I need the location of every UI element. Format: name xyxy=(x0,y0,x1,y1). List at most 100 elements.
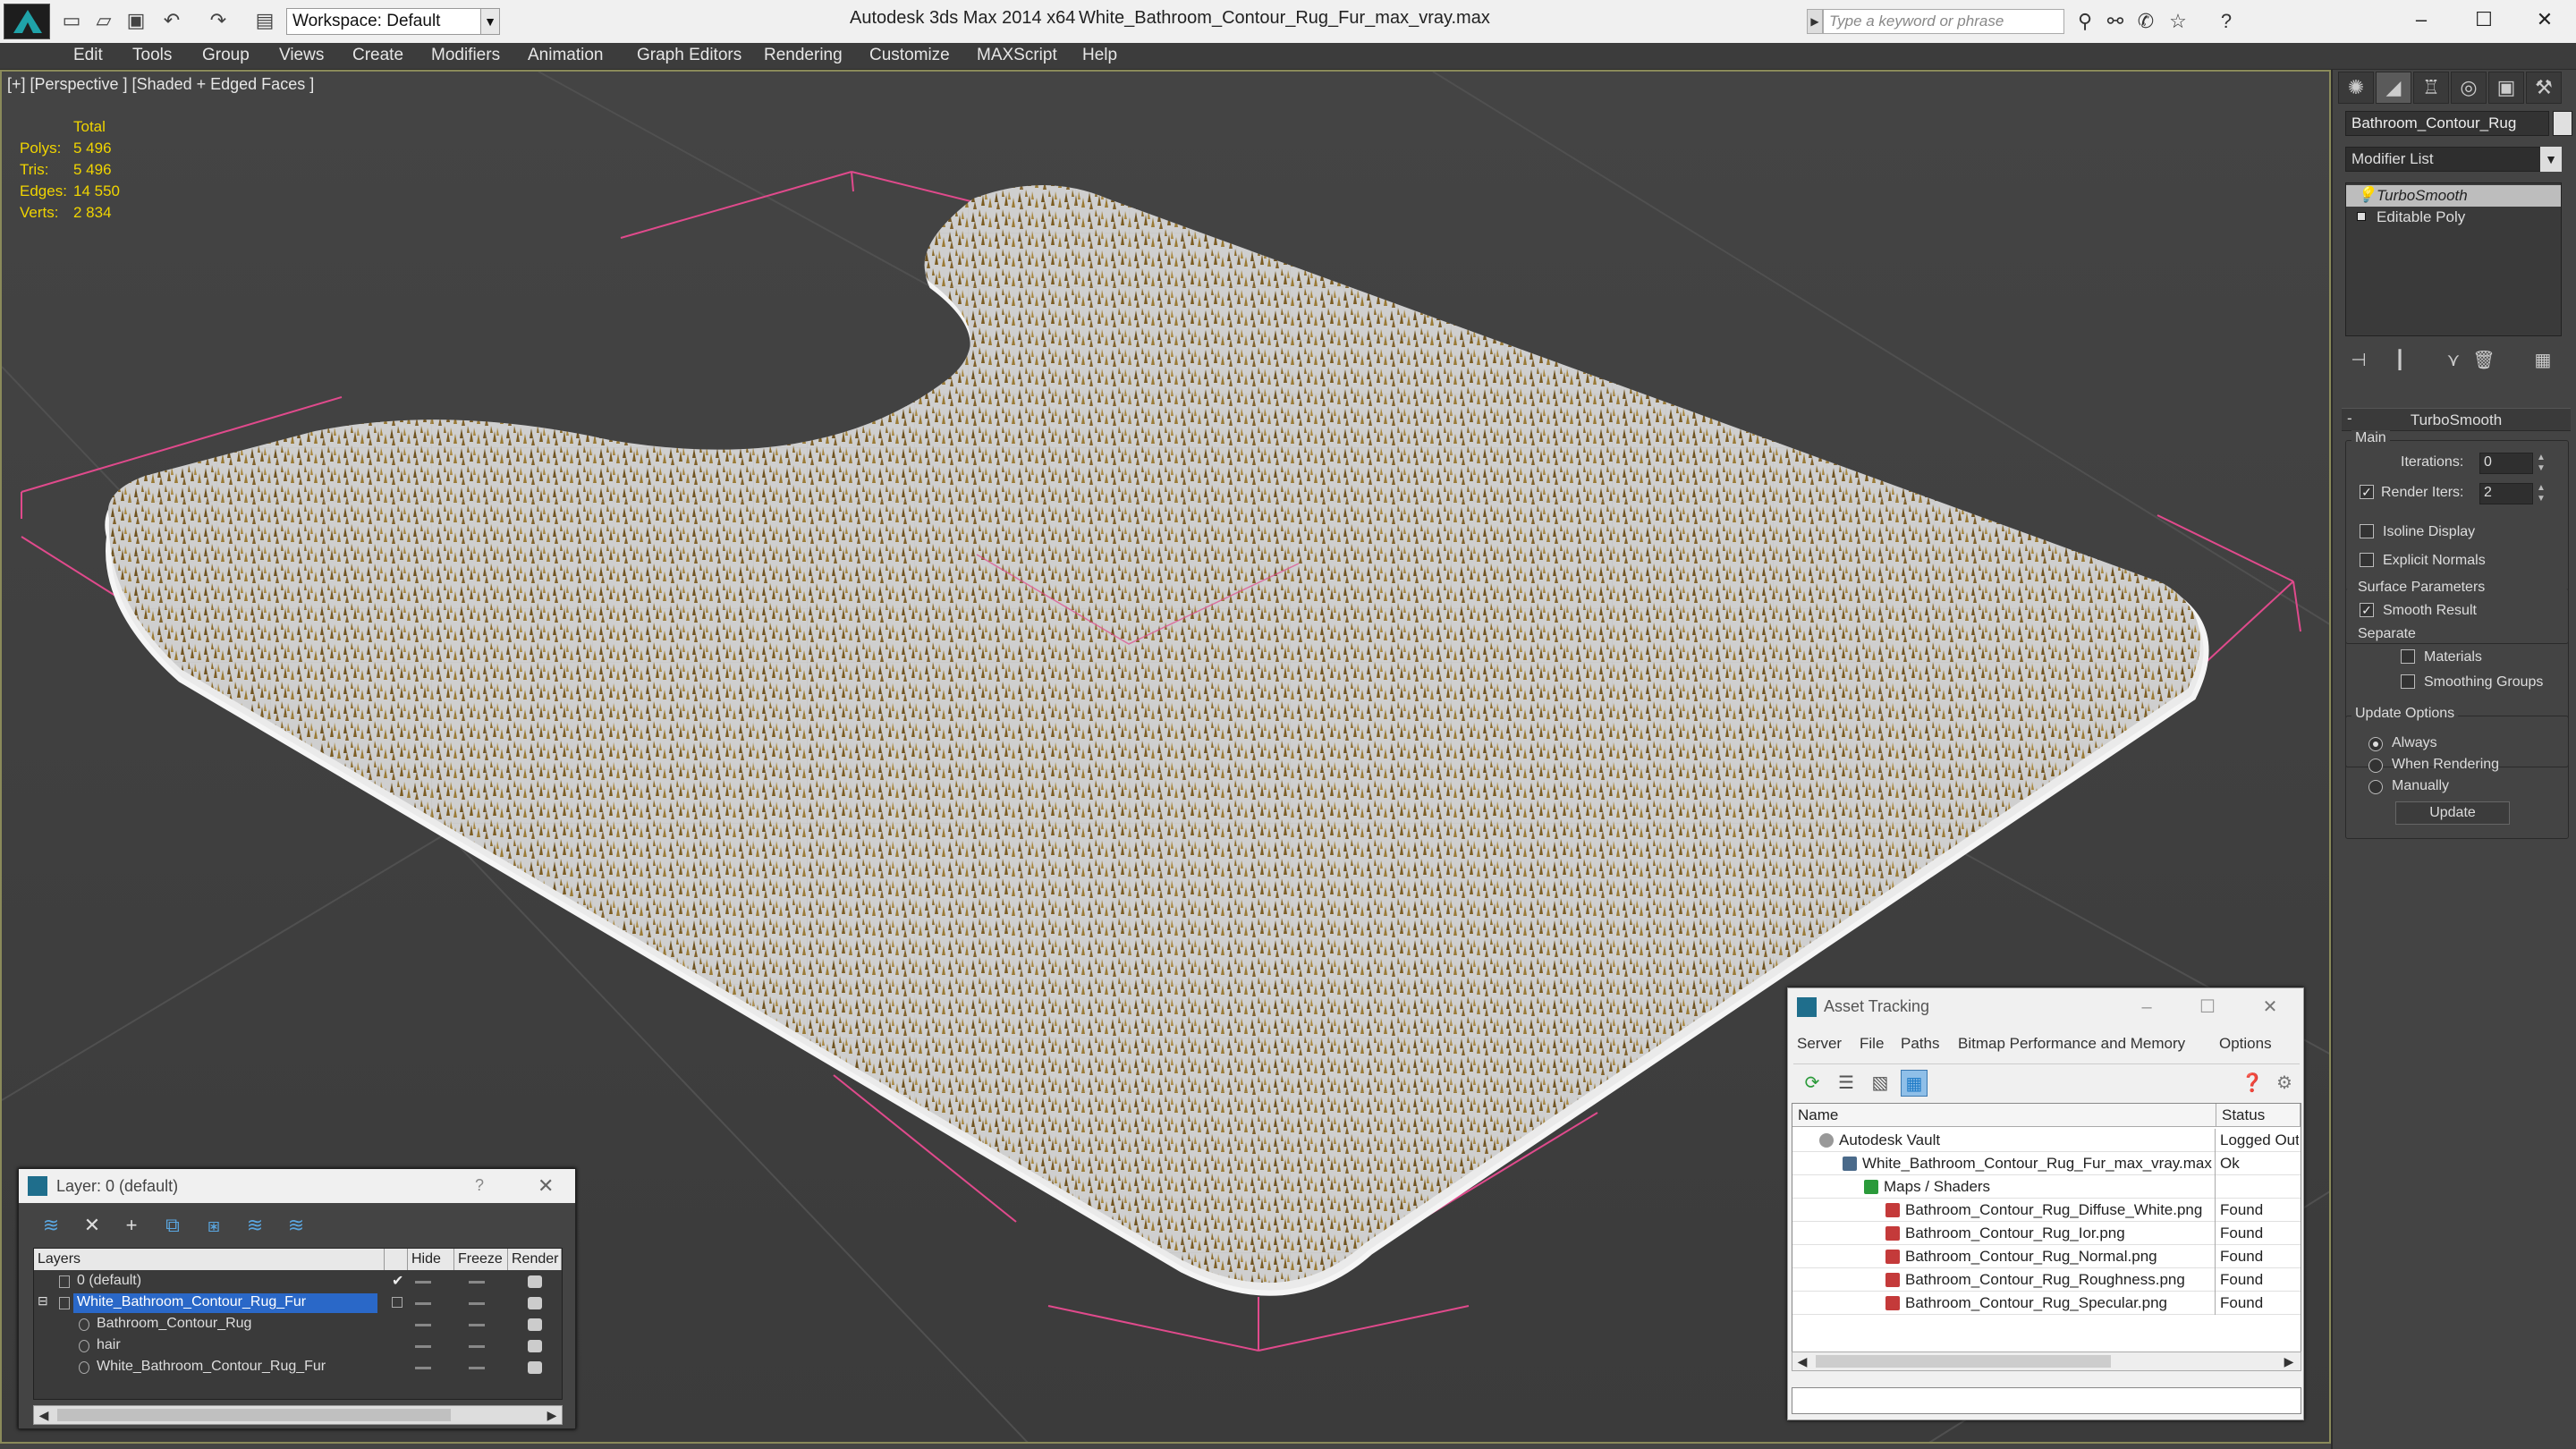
close-icon[interactable]: ✕ xyxy=(538,1174,554,1198)
help-icon[interactable]: ❓ xyxy=(2239,1070,2266,1097)
object-name[interactable]: hair xyxy=(93,1336,124,1356)
app-logo-button[interactable] xyxy=(4,4,50,39)
menu-server[interactable]: Server xyxy=(1797,1035,1842,1053)
asset-row[interactable]: White_Bathroom_Contour_Rug_Fur_max_vray.… xyxy=(1792,1152,2301,1175)
menu-modifiers[interactable]: Modifiers xyxy=(431,46,500,65)
column-header[interactable]: Render xyxy=(508,1249,562,1270)
column-header[interactable]: Status xyxy=(2216,1104,2301,1127)
menu-rendering[interactable]: Rendering xyxy=(764,46,843,65)
scroll-right-icon[interactable]: ▶ xyxy=(2281,1353,2297,1369)
hide-toggle[interactable] xyxy=(415,1281,431,1284)
freeze-toggle[interactable] xyxy=(469,1324,485,1326)
binoculars-icon[interactable]: ⚲ xyxy=(2072,9,2098,34)
configure-sets-icon[interactable]: ▦ xyxy=(2529,347,2556,374)
menu-bitmap-performance[interactable]: Bitmap Performance and Memory xyxy=(1958,1035,2185,1053)
menu-create[interactable]: Create xyxy=(352,46,403,65)
object-name[interactable]: White_Bathroom_Contour_Rug_Fur xyxy=(93,1358,329,1377)
chevron-down-icon[interactable]: ▼ xyxy=(2540,147,2562,172)
render-toggle-icon[interactable] xyxy=(528,1361,542,1374)
project-folder-icon[interactable]: ▤ xyxy=(254,9,275,32)
smoothing-groups-checkbox[interactable] xyxy=(2401,674,2415,689)
menu-tools[interactable]: Tools xyxy=(132,46,172,65)
smooth-result-checkbox[interactable]: ✓ xyxy=(2360,603,2374,617)
menu-animation[interactable]: Animation xyxy=(528,46,604,65)
menu-help[interactable]: Help xyxy=(1082,46,1117,65)
menu-maxscript[interactable]: MAXScript xyxy=(977,46,1057,65)
undo-icon[interactable]: ↶ xyxy=(161,9,182,32)
isoline-display-checkbox[interactable] xyxy=(2360,524,2374,538)
maximize-button[interactable]: ☐ xyxy=(2454,2,2513,38)
asset-row[interactable]: Bathroom_Contour_Rug_Normal.png Found xyxy=(1792,1245,2301,1268)
asset-row[interactable]: Bathroom_Contour_Rug_Roughness.png Found xyxy=(1792,1268,2301,1292)
modify-tab-icon[interactable]: ◢ xyxy=(2376,72,2411,104)
lightbulb-icon[interactable]: 💡 xyxy=(2357,186,2376,204)
search-expand-arrow[interactable]: ▶ xyxy=(1807,9,1823,34)
asset-row[interactable]: Bathroom_Contour_Rug_Specular.png Found xyxy=(1792,1292,2301,1315)
hide-toggle[interactable] xyxy=(415,1302,431,1305)
utilities-tab-icon[interactable]: ⚒ xyxy=(2526,72,2562,104)
settings-icon[interactable]: ⚙ xyxy=(2271,1070,2298,1097)
scroll-left-icon[interactable]: ◀ xyxy=(36,1407,52,1423)
pin-stack-icon[interactable]: ⊣ xyxy=(2345,347,2372,374)
collapse-icon[interactable]: ⊟ xyxy=(38,1293,48,1309)
scroll-thumb[interactable] xyxy=(1816,1355,2111,1368)
dialog-titlebar[interactable]: Layer: 0 (default) ? ✕ xyxy=(19,1169,575,1203)
layer-name[interactable]: 0 (default) xyxy=(73,1272,145,1292)
collapse-icon[interactable]: - xyxy=(2347,410,2352,428)
layer-row[interactable]: ⊟ White_Bathroom_Contour_Rug_Fur xyxy=(34,1293,562,1315)
spinner-arrows-icon[interactable]: ▲ ▼ xyxy=(2535,453,2547,474)
update-button[interactable]: Update xyxy=(2395,801,2510,825)
layer-row[interactable]: 0 (default) ✔ xyxy=(34,1272,562,1293)
layer-name[interactable]: White_Bathroom_Contour_Rug_Fur xyxy=(73,1293,377,1313)
show-end-result-icon[interactable]: ┃ xyxy=(2386,347,2413,374)
layer-icon[interactable]: ≋ xyxy=(35,1212,67,1239)
freeze-toggle[interactable] xyxy=(469,1281,485,1284)
list-view-icon[interactable]: ☰ xyxy=(1833,1070,1860,1097)
update-when-rendering-radio[interactable] xyxy=(2368,758,2383,773)
update-always-radio[interactable] xyxy=(2368,737,2383,751)
object-color-swatch[interactable] xyxy=(2553,111,2572,136)
menu-paths[interactable]: Paths xyxy=(1901,1035,1939,1053)
viewport-label-menu[interactable]: [+] [Perspective ] [Shaded + Edged Faces… xyxy=(7,75,314,94)
menu-graph-editors[interactable]: Graph Editors xyxy=(637,46,741,65)
update-manually-radio[interactable] xyxy=(2368,780,2383,794)
layer-row[interactable]: Bathroom_Contour_Rug xyxy=(34,1315,562,1336)
hide-all-icon[interactable]: ≋ xyxy=(239,1212,271,1239)
select-objects-icon[interactable]: ⧉ xyxy=(157,1212,189,1239)
current-layer-box-icon[interactable] xyxy=(392,1297,402,1308)
iterations-spinner[interactable]: 0 xyxy=(2479,453,2533,474)
thumbnail-view-icon[interactable]: ▧ xyxy=(1867,1070,1894,1097)
expand-icon[interactable] xyxy=(2357,212,2366,221)
new-file-icon[interactable]: ▭ xyxy=(61,9,82,32)
layer-row[interactable]: White_Bathroom_Contour_Rug_Fur xyxy=(34,1358,562,1379)
render-iters-checkbox[interactable]: ✓ xyxy=(2360,485,2374,499)
workspace-dropdown[interactable]: Workspace: Default ▼ xyxy=(286,8,500,35)
asset-path-field[interactable] xyxy=(1792,1387,2301,1414)
freeze-toggle[interactable] xyxy=(469,1302,485,1305)
scroll-right-icon[interactable]: ▶ xyxy=(544,1407,560,1423)
maximize-button[interactable]: ☐ xyxy=(2185,990,2230,1024)
stack-item-turbosmooth[interactable]: 💡 TurboSmooth xyxy=(2346,185,2561,207)
remove-modifier-icon[interactable]: 🗑 xyxy=(2470,347,2497,374)
menu-file[interactable]: File xyxy=(1860,1035,1884,1053)
column-header[interactable]: Name xyxy=(1792,1104,2216,1127)
render-toggle-icon[interactable] xyxy=(528,1340,542,1352)
spinner-arrows-icon[interactable]: ▲ ▼ xyxy=(2535,483,2547,504)
subscription-icon[interactable]: ⚯ xyxy=(2102,9,2129,34)
materials-checkbox[interactable] xyxy=(2401,649,2415,664)
delete-layer-icon[interactable]: ✕ xyxy=(76,1212,108,1239)
help-icon[interactable]: ? xyxy=(2213,9,2240,34)
minimize-button[interactable]: – xyxy=(2124,990,2169,1024)
refresh-icon[interactable]: ⟳ xyxy=(1799,1070,1826,1097)
chevron-down-icon[interactable]: ▼ xyxy=(480,8,500,35)
menu-options[interactable]: Options xyxy=(2219,1035,2272,1053)
column-header[interactable]: Layers xyxy=(34,1249,385,1270)
hide-toggle[interactable] xyxy=(415,1367,431,1369)
hide-toggle[interactable] xyxy=(415,1345,431,1348)
menu-views[interactable]: Views xyxy=(279,46,324,65)
close-button[interactable]: ✕ xyxy=(2515,2,2574,38)
asset-row[interactable]: Autodesk Vault Logged Out xyxy=(1792,1129,2301,1152)
column-header[interactable]: Hide xyxy=(408,1249,454,1270)
horizontal-scrollbar[interactable]: ◀ ▶ xyxy=(1792,1352,2301,1371)
redo-icon[interactable]: ↷ xyxy=(208,9,229,32)
